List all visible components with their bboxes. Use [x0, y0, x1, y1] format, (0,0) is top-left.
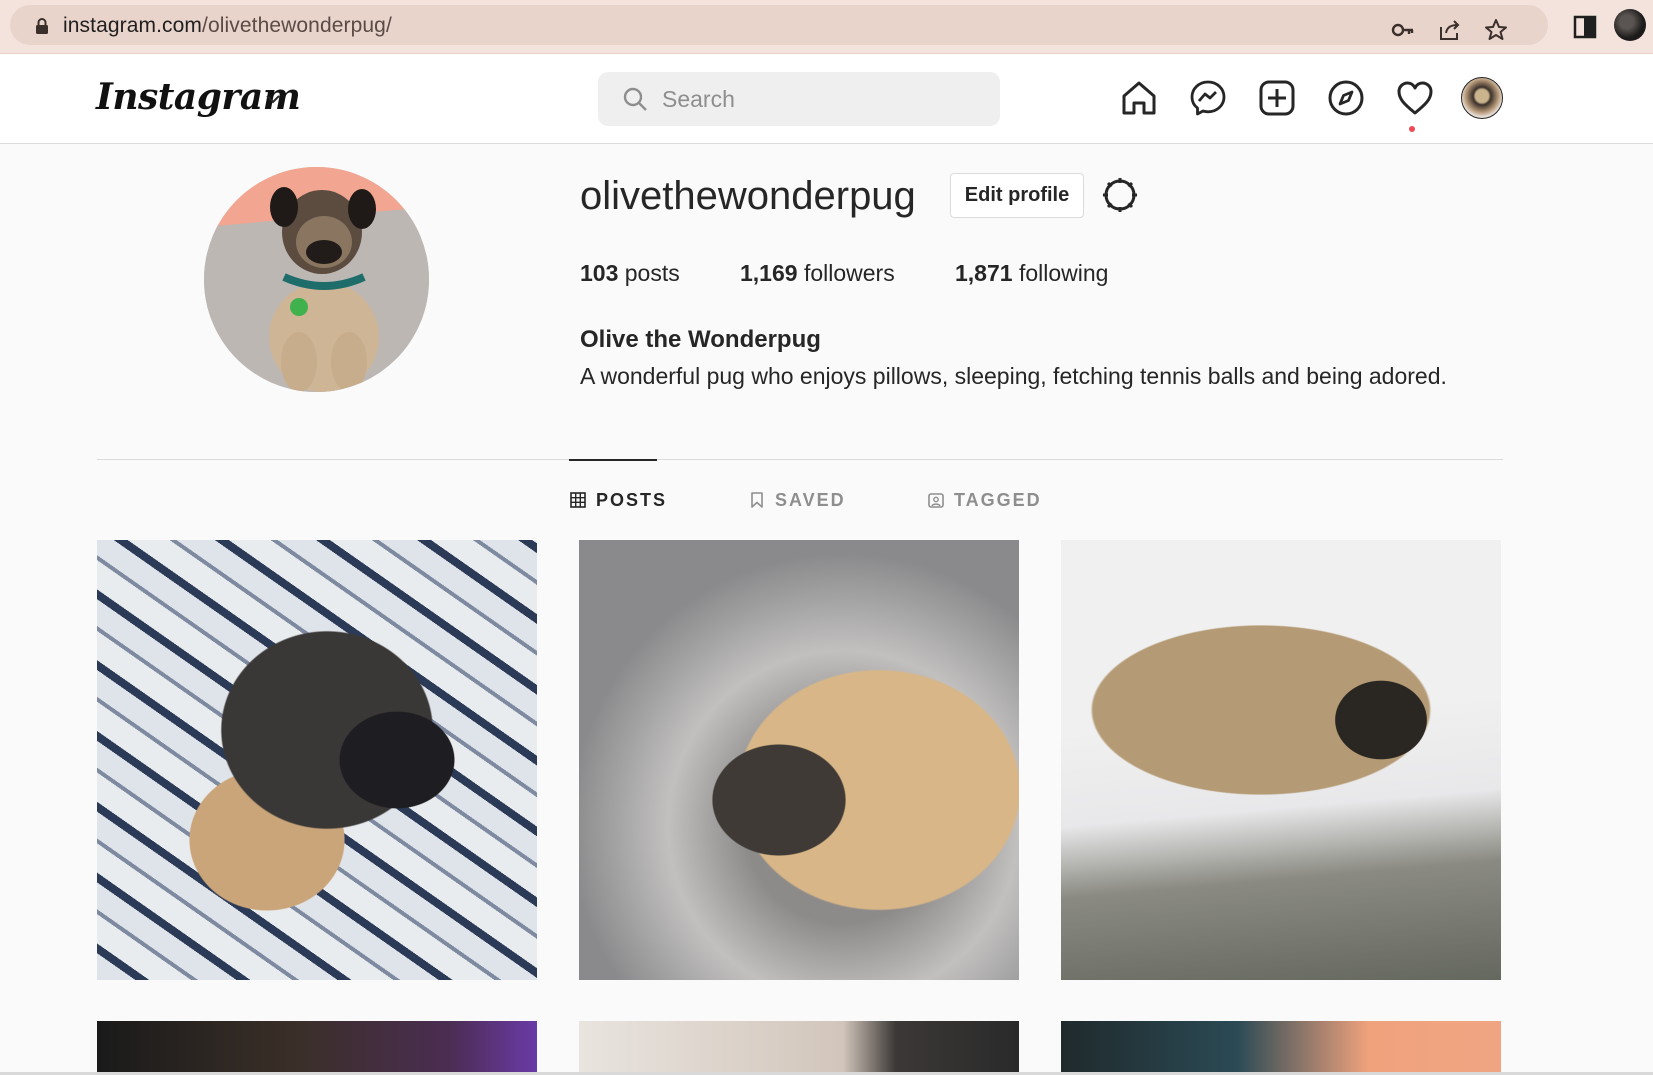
- tab-posts-label: POSTS: [596, 489, 668, 510]
- new-post-icon[interactable]: [1256, 77, 1298, 119]
- profile-picture[interactable]: [204, 167, 429, 392]
- search-icon: [623, 87, 647, 111]
- tab-tagged-label: TAGGED: [954, 489, 1042, 510]
- settings-gear-icon[interactable]: [1100, 175, 1140, 215]
- post-thumbnail[interactable]: [579, 540, 1019, 980]
- site-header: Instagram: [0, 54, 1653, 144]
- followers-stat[interactable]: 1,169 followers: [740, 260, 895, 287]
- profile-username: olivethewonderpug: [580, 174, 916, 218]
- followers-count: 1,169: [740, 260, 798, 286]
- browser-toolbar: instagram.com/olivethewonderpug/: [0, 0, 1653, 54]
- profile-avatar[interactable]: [1461, 77, 1503, 119]
- home-icon[interactable]: [1118, 77, 1160, 119]
- search-box[interactable]: [598, 72, 1000, 126]
- posts-label: posts: [618, 260, 680, 286]
- tab-saved-label: SAVED: [775, 489, 846, 510]
- url-text: instagram.com/olivethewonderpug/: [63, 14, 392, 38]
- activity-heart-icon[interactable]: [1394, 77, 1436, 119]
- following-count: 1,871: [955, 260, 1013, 286]
- browser-profile-avatar[interactable]: [1614, 9, 1646, 41]
- messenger-icon[interactable]: [1187, 77, 1229, 119]
- lock-icon: [36, 18, 48, 34]
- tabs-divider: [97, 459, 1503, 460]
- share-icon[interactable]: [1437, 17, 1463, 43]
- edit-profile-button[interactable]: Edit profile: [950, 173, 1084, 218]
- profile-bio: A wonderful pug who enjoys pillows, slee…: [580, 363, 1447, 389]
- chevron-down-icon[interactable]: [264, 90, 282, 108]
- bookmark-star-icon[interactable]: [1483, 17, 1509, 43]
- posts-count: 103: [580, 260, 619, 286]
- tab-tagged[interactable]: TAGGED: [928, 487, 1042, 513]
- post-thumbnail[interactable]: [97, 1021, 537, 1075]
- followers-label: followers: [797, 260, 895, 286]
- url-host: instagram.com: [63, 14, 203, 37]
- search-input[interactable]: [662, 82, 982, 116]
- bookmark-icon: [751, 492, 763, 508]
- tagged-person-icon: [928, 493, 944, 508]
- side-panel-icon[interactable]: [1572, 14, 1598, 40]
- post-thumbnail[interactable]: [1061, 1021, 1501, 1075]
- profile-full-name: Olive the Wonderpug: [580, 326, 821, 353]
- tab-posts[interactable]: POSTS: [570, 487, 667, 513]
- post-thumbnail[interactable]: [1061, 540, 1501, 980]
- address-bar[interactable]: instagram.com/olivethewonderpug/: [10, 5, 1548, 45]
- post-thumbnail[interactable]: [579, 1021, 1019, 1075]
- posts-stat: 103 posts: [580, 260, 680, 287]
- explore-icon[interactable]: [1325, 77, 1367, 119]
- grid-icon: [570, 492, 586, 508]
- following-label: following: [1012, 260, 1109, 286]
- notification-dot: [1409, 126, 1415, 132]
- url-path: /olivethewonderpug/: [202, 14, 392, 37]
- key-icon[interactable]: [1390, 17, 1416, 43]
- post-thumbnail[interactable]: [97, 540, 537, 980]
- tab-saved[interactable]: SAVED: [749, 487, 846, 513]
- active-tab-indicator: [569, 459, 657, 461]
- following-stat[interactable]: 1,871 following: [955, 260, 1108, 287]
